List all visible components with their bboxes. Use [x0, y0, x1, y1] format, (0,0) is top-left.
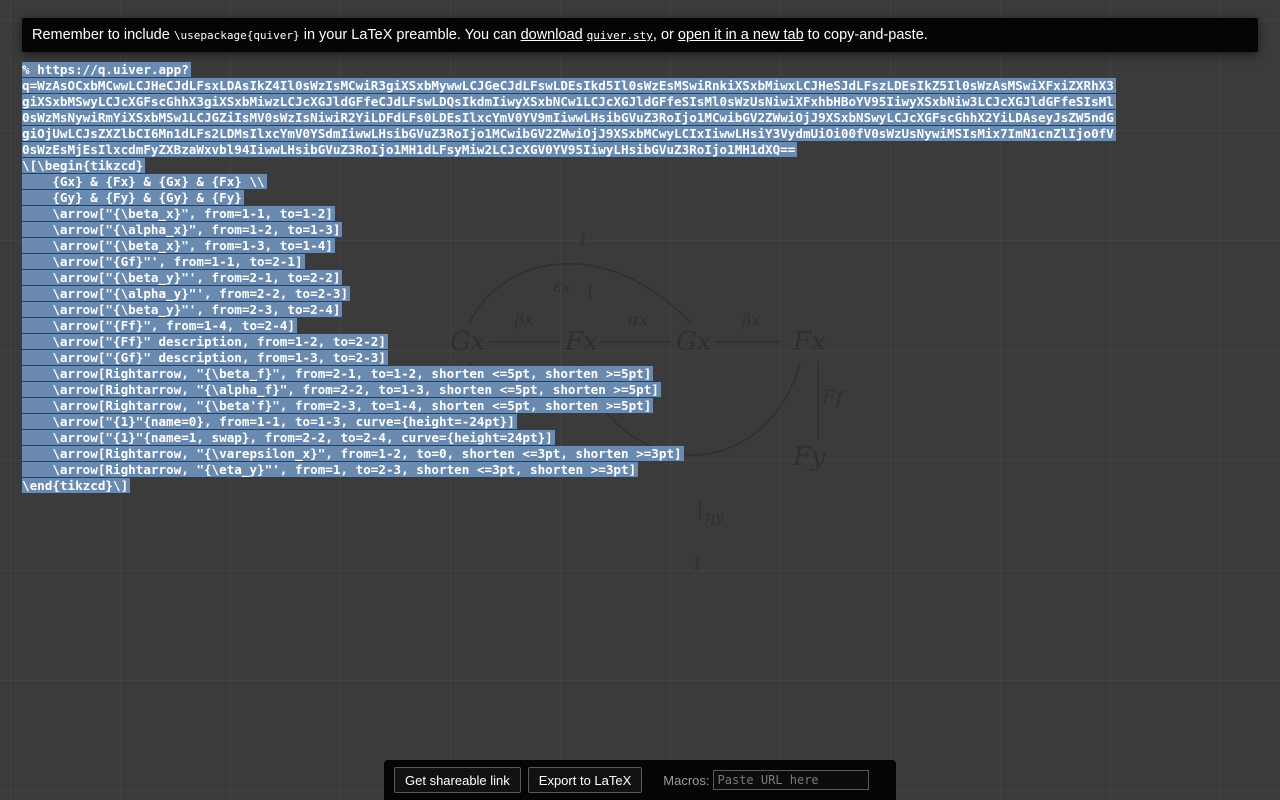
get-shareable-link-button[interactable]: Get shareable link [394, 767, 521, 793]
code-line: 0sWzEsMjEsIlxcdmFyZXBzaWxvbl94IiwwLHsibG… [22, 142, 798, 157]
notice-text-or: , or [652, 27, 678, 43]
code-line: \arrow["{\alpha_y}"', from=2-2, to=2-3] [22, 286, 351, 301]
code-line: \arrow["{Gf}" description, from=1-3, to=… [22, 350, 388, 365]
label-bottom-1: 1 [692, 555, 702, 574]
code-line: \[\begin{tikzcd} [22, 158, 146, 173]
code-line: giXSxbMSwyLCJcXGFscGhhX3giXSxbMiwzLCJcXG… [22, 94, 1116, 109]
code-line: \arrow[Rightarrow, "{\eta_y}"', from=1, … [22, 462, 639, 477]
code-line: \arrow["{\beta_y}"', from=2-3, to=2-4] [22, 302, 343, 317]
code-line: \end{tikzcd}\] [22, 478, 131, 493]
notice-text-before: Remember to include [32, 27, 174, 43]
code-line: \arrow["{\beta_x}", from=1-3, to=1-4] [22, 238, 335, 253]
macros-url-input[interactable] [712, 770, 869, 790]
bottom-toolbar: Get shareable link Export to LaTeX Macro… [384, 760, 896, 800]
open-new-tab-link[interactable]: open it in a new tab [678, 27, 804, 43]
code-line: \arrow[Rightarrow, "{\alpha_f}", from=2-… [22, 382, 661, 397]
code-line: {Gy} & {Fy} & {Gy} & {Fy} [22, 190, 244, 205]
latex-preamble-notice: Remember to include \usepackage{quiver} … [22, 18, 1258, 52]
code-line: giOjUwLCJsZXZlbCI6Mn1dLFs2LDMsIlxcYmV0YS… [22, 126, 1116, 141]
latex-output-code[interactable]: % https://q.uiver.app? q=WzAsOCxbMCwwLCJH… [22, 62, 1262, 494]
download-link[interactable]: download [521, 27, 583, 43]
notice-text-middle: in your LaTeX preamble. You can [299, 27, 521, 43]
code-line: \arrow[Rightarrow, "{\varepsilon_x}", fr… [22, 446, 684, 461]
quiver-sty-link[interactable]: quiver.sty [587, 27, 653, 43]
code-line: {Gx} & {Fx} & {Gx} & {Fx} \\ [22, 174, 267, 189]
code-line: \arrow["{\alpha_x}", from=1-2, to=1-3] [22, 222, 343, 237]
code-line: \arrow[Rightarrow, "{\beta'f}", from=2-3… [22, 398, 654, 413]
code-line: \arrow["{\beta_y}"', from=2-1, to=2-2] [22, 270, 343, 285]
code-line: \arrow["{1}"{name=0}, from=1-1, to=1-3, … [22, 414, 517, 429]
code-line: \arrow["{Ff}", from=1-4, to=2-4] [22, 318, 297, 333]
usepackage-code: \usepackage{quiver} [173, 29, 300, 42]
code-line: \arrow["{\beta_x}", from=1-1, to=1-2] [22, 206, 335, 221]
code-line: q=WzAsOCxbMCwwLCJHeCJdLFsxLDAsIkZ4Il0sWz… [22, 78, 1116, 93]
code-line: \arrow[Rightarrow, "{\beta_f}", from=2-1… [22, 366, 654, 381]
notice-text-after: to copy-and-paste. [803, 27, 928, 43]
code-line: \arrow["{Gf}"', from=1-1, to=2-1] [22, 254, 305, 269]
export-to-latex-button[interactable]: Export to LaTeX [527, 767, 643, 793]
code-line: \arrow["{1}"{name=1, swap}, from=2-2, to… [22, 430, 555, 445]
code-line: 0sWzMsNywiRmYiXSxbMSw1LCJGZiIsMV0sWzIsNi… [22, 110, 1116, 125]
label-eta-y: ηy [705, 507, 725, 526]
macros-label: Macros: [663, 772, 710, 788]
code-line: \arrow["{Ff}" description, from=1-2, to=… [22, 334, 388, 349]
code-line: % https://q.uiver.app? [22, 62, 191, 77]
